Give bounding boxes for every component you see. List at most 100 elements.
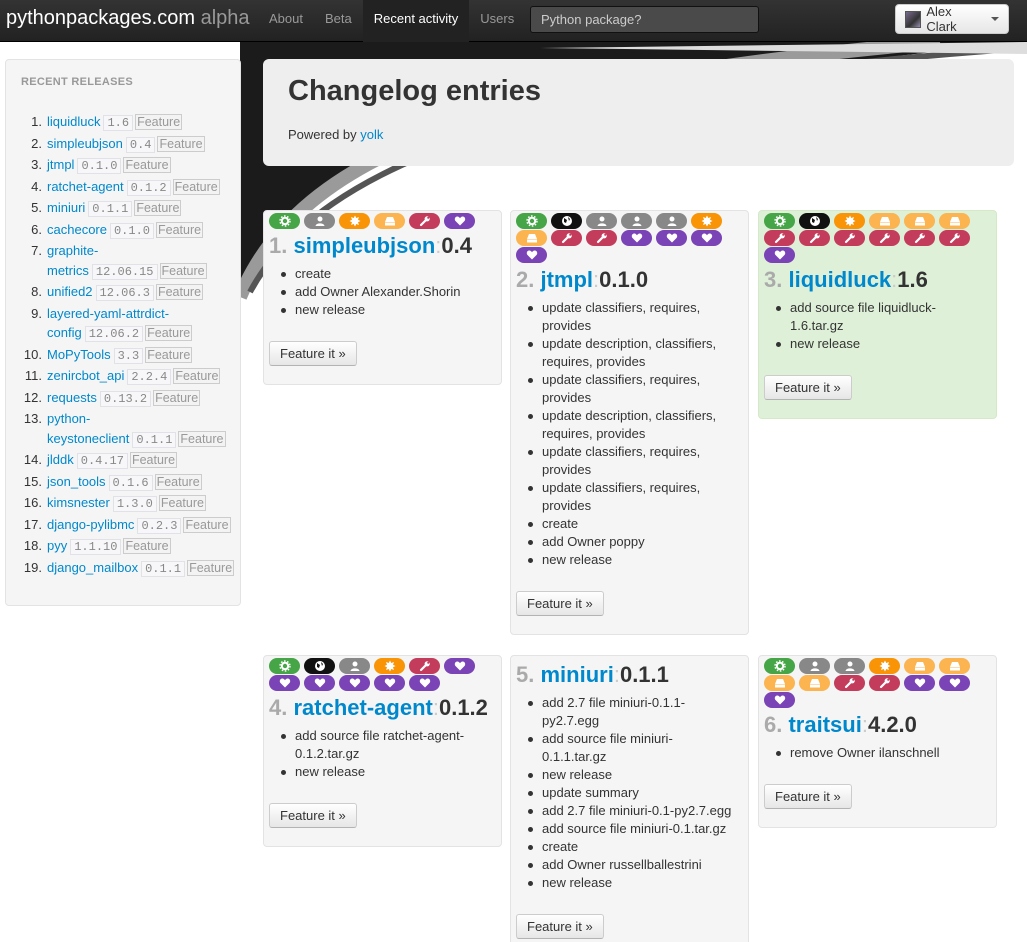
nav-beta[interactable]: Beta	[314, 0, 363, 42]
feature-label[interactable]: Feature	[145, 346, 193, 363]
release-link[interactable]: zenircbot_api	[47, 368, 124, 383]
package-link[interactable]: simpleubjson	[293, 233, 435, 258]
change-list: add source file ratchet-agent-0.1.2.tar.…	[279, 727, 489, 781]
release-number: 7.	[31, 243, 42, 258]
search-input[interactable]	[530, 6, 759, 33]
change-item: add source file ratchet-agent-0.1.2.tar.…	[279, 727, 489, 763]
feature-it-button[interactable]: Feature it »	[764, 375, 852, 400]
wrench-icon	[764, 230, 795, 246]
release-link[interactable]: jlddk	[47, 452, 74, 467]
hdd-icon	[939, 213, 970, 229]
user-icon	[834, 658, 865, 674]
brand-logo[interactable]: pythonpackages.com alpha	[6, 7, 250, 30]
release-link[interactable]: django_mailbox	[47, 560, 138, 575]
feature-label[interactable]: Feature	[155, 284, 204, 300]
package-rank: 5.	[516, 662, 535, 687]
feature-label[interactable]: Feature	[134, 200, 182, 216]
package-version: 1.6	[897, 267, 928, 292]
list-item: 15. json_tools 0.1.6 Feature	[22, 472, 234, 494]
release-list: 1. liquidluck 1.6 Feature 2. simpleubjson 0.4 F…	[22, 112, 235, 579]
hdd-icon	[516, 230, 547, 246]
heart-icon	[656, 230, 687, 246]
release-number: 12.	[23, 389, 42, 405]
package-title: 2. jtmpl:0.1.0	[516, 265, 744, 295]
release-number: 15.	[23, 473, 42, 489]
yolk-link[interactable]: yolk	[360, 127, 383, 142]
package-version: 0.4	[441, 233, 472, 258]
package-version: 4.2.0	[867, 712, 917, 737]
hdd-icon	[869, 213, 900, 229]
change-item: add 2.7 file miniuri-0.1.1-py2.7.egg	[526, 694, 736, 730]
feature-label[interactable]: Feature	[157, 135, 205, 152]
changelog-card: 1. simpleubjson:0.4 create add Owner Alexa…	[263, 210, 502, 385]
list-item: 8. unified2 12.06.3 Feature	[22, 282, 234, 304]
change-item: update classifiers, requires, provides	[526, 299, 736, 335]
nav-recent-activity[interactable]: Recent activity	[362, 0, 470, 42]
release-link[interactable]: MoPyTools	[47, 347, 111, 362]
release-link[interactable]: jtmpl	[47, 157, 74, 172]
change-item: new release	[526, 874, 736, 892]
release-entry: unified2 12.06.3 Feature	[47, 282, 234, 304]
recent-releases-sidebar: RECENT RELEASES 1. liquidluck 1.6 Feature 2.…	[5, 59, 241, 606]
powered-by-prefix: Powered by	[288, 127, 361, 142]
package-link[interactable]: miniuri	[540, 662, 613, 687]
release-link[interactable]: python-keystoneclient	[47, 411, 129, 446]
gear-icon	[269, 658, 300, 674]
feature-it-button[interactable]: Feature it »	[764, 784, 852, 809]
feature-it-button[interactable]: Feature it »	[269, 341, 357, 366]
feature-label[interactable]: Feature	[172, 178, 220, 195]
list-item: 4. ratchet-agent 0.1.2 Feature	[22, 177, 234, 199]
gear-icon	[269, 213, 300, 229]
release-link[interactable]: unified2	[47, 284, 93, 299]
feature-label[interactable]: Feature	[183, 516, 231, 533]
feature-label[interactable]: Feature	[129, 452, 178, 468]
feature-label[interactable]: Feature	[135, 114, 183, 130]
release-link[interactable]: json_tools	[47, 474, 106, 489]
release-link[interactable]: pyy	[47, 538, 67, 553]
release-link[interactable]: ratchet-agent	[47, 179, 124, 194]
feature-label[interactable]: Feature	[123, 538, 171, 554]
release-link[interactable]: graphite-metrics	[47, 243, 98, 278]
package-link[interactable]: ratchet-agent	[293, 695, 432, 720]
user-menu-button[interactable]: Alex Clark	[895, 4, 1009, 34]
release-number: 19.	[23, 559, 42, 575]
feature-label[interactable]: Feature	[173, 368, 221, 384]
feature-label[interactable]: Feature	[153, 389, 201, 406]
feature-it-button[interactable]: Feature it »	[269, 803, 357, 828]
release-link[interactable]: simpleubjson	[47, 136, 123, 151]
powered-by: Powered by yolk	[288, 127, 383, 142]
package-link[interactable]: liquidluck	[788, 267, 891, 292]
nav-about[interactable]: About	[258, 0, 314, 42]
package-title: 3. liquidluck:1.6	[764, 265, 992, 295]
feature-label[interactable]: Feature	[178, 430, 226, 447]
feature-label[interactable]: Feature	[158, 495, 206, 511]
release-link[interactable]: django-pylibmc	[47, 517, 134, 532]
release-link[interactable]: miniuri	[47, 200, 85, 215]
brand-alpha-tag: alpha	[200, 7, 250, 29]
hdd-icon	[799, 675, 830, 691]
nav-users[interactable]: Users	[469, 0, 525, 42]
feature-it-button[interactable]: Feature it »	[516, 591, 604, 616]
feature-label[interactable]: Feature	[145, 325, 193, 341]
feature-label[interactable]: Feature	[159, 262, 207, 279]
version-badge: 12.06.15	[91, 263, 158, 280]
release-link[interactable]: cachecore	[47, 222, 107, 237]
feature-label[interactable]: Feature	[187, 559, 235, 576]
change-item: add 2.7 file miniuri-0.1-py2.7.egg	[526, 802, 736, 820]
version-badge: 0.1.1	[88, 201, 133, 217]
package-link[interactable]: jtmpl	[540, 267, 593, 292]
changelog-card: 3. liquidluck:1.6 add source file liquidl…	[758, 210, 997, 419]
feature-label[interactable]: Feature	[156, 221, 204, 238]
top-navbar: pythonpackages.com alpha About Beta Rece…	[0, 0, 1027, 42]
release-link[interactable]: kimsnester	[47, 495, 110, 510]
release-link[interactable]: liquidluck	[47, 114, 100, 129]
feature-label[interactable]: Feature	[154, 473, 202, 490]
feature-label[interactable]: Feature	[123, 157, 171, 173]
version-badge: 12.06.3	[95, 285, 154, 301]
package-version: 0.1.2	[438, 695, 488, 720]
package-link[interactable]: traitsui	[788, 712, 861, 737]
feature-it-button[interactable]: Feature it »	[516, 914, 604, 939]
release-link[interactable]: requests	[47, 390, 97, 405]
change-item: update classifiers, requires, provides	[526, 371, 736, 407]
wrench-icon	[799, 230, 830, 246]
